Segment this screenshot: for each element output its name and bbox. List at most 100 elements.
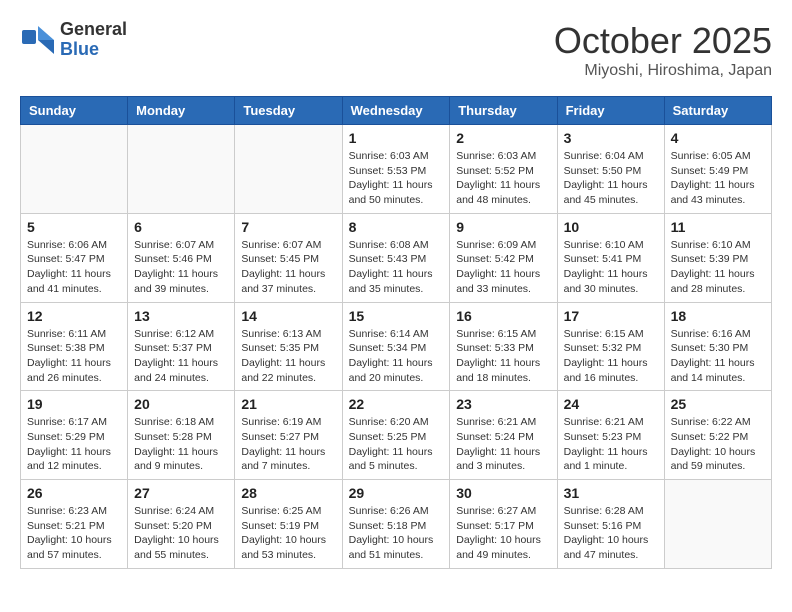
day-cell: 21 Sunrise: 6:19 AM Sunset: 5:27 PM Dayli… bbox=[235, 391, 342, 480]
week-row-1: 1Sunrise: 6:03 AM Sunset: 5:53 PM Daylig… bbox=[21, 125, 772, 214]
day-number: 9 bbox=[456, 219, 550, 235]
day-info: Sunrise: 6:10 AM Sunset: 5:39 PM Dayligh… bbox=[671, 238, 765, 297]
day-number: 11 bbox=[671, 219, 765, 235]
logo: General Blue bbox=[20, 20, 127, 60]
day-number: 13 bbox=[134, 308, 228, 324]
day-number: 14 bbox=[241, 308, 335, 324]
day-cell: 20 Sunrise: 6:18 AM Sunset: 5:28 PM Dayli… bbox=[128, 391, 235, 480]
day-info: Sunrise: 6:05 AM Sunset: 5:49 PM Dayligh… bbox=[671, 149, 765, 208]
day-info: Sunrise: 6:11 AM Sunset: 5:38 PM Dayligh… bbox=[27, 327, 121, 386]
day-number: 3 bbox=[564, 130, 658, 146]
day-info: Sunrise: 6:25 AM Sunset: 5:19 PM Dayligh… bbox=[241, 504, 335, 563]
day-cell bbox=[664, 480, 771, 569]
day-cell: 25 Sunrise: 6:22 AM Sunset: 5:22 PM Dayli… bbox=[664, 391, 771, 480]
logo-text-line1: General bbox=[60, 20, 127, 40]
day-cell: 12 Sunrise: 6:11 AM Sunset: 5:38 PM Dayli… bbox=[21, 302, 128, 391]
day-cell: 26 Sunrise: 6:23 AM Sunset: 5:21 PM Dayli… bbox=[21, 480, 128, 569]
day-info: Sunrise: 6:18 AM Sunset: 5:28 PM Dayligh… bbox=[134, 415, 228, 474]
day-info: Sunrise: 6:07 AM Sunset: 5:46 PM Dayligh… bbox=[134, 238, 228, 297]
day-number: 31 bbox=[564, 485, 658, 501]
day-number: 15 bbox=[349, 308, 444, 324]
day-cell: 3 Sunrise: 6:04 AM Sunset: 5:50 PM Daylig… bbox=[557, 125, 664, 214]
day-cell: 15 Sunrise: 6:14 AM Sunset: 5:34 PM Dayli… bbox=[342, 302, 450, 391]
weekday-header-sunday: Sunday bbox=[21, 97, 128, 125]
day-number: 7 bbox=[241, 219, 335, 235]
day-number: 29 bbox=[349, 485, 444, 501]
day-cell: 10 Sunrise: 6:10 AM Sunset: 5:41 PM Dayli… bbox=[557, 213, 664, 302]
day-number: 2 bbox=[456, 130, 550, 146]
day-cell bbox=[235, 125, 342, 214]
day-info: Sunrise: 6:15 AM Sunset: 5:33 PM Dayligh… bbox=[456, 327, 550, 386]
day-number: 22 bbox=[349, 396, 444, 412]
day-number: 26 bbox=[27, 485, 121, 501]
day-cell: 31Sunrise: 6:28 AM Sunset: 5:16 PM Dayli… bbox=[557, 480, 664, 569]
day-cell: 9Sunrise: 6:09 AM Sunset: 5:42 PM Daylig… bbox=[450, 213, 557, 302]
day-cell: 13 Sunrise: 6:12 AM Sunset: 5:37 PM Dayli… bbox=[128, 302, 235, 391]
day-cell: 29 Sunrise: 6:26 AM Sunset: 5:18 PM Dayli… bbox=[342, 480, 450, 569]
day-cell: 14 Sunrise: 6:13 AM Sunset: 5:35 PM Dayli… bbox=[235, 302, 342, 391]
day-cell bbox=[21, 125, 128, 214]
day-number: 18 bbox=[671, 308, 765, 324]
day-cell: 2 Sunrise: 6:03 AM Sunset: 5:52 PM Daylig… bbox=[450, 125, 557, 214]
day-info: Sunrise: 6:20 AM Sunset: 5:25 PM Dayligh… bbox=[349, 415, 444, 474]
day-cell: 24 Sunrise: 6:21 AM Sunset: 5:23 PM Dayli… bbox=[557, 391, 664, 480]
day-cell: 4 Sunrise: 6:05 AM Sunset: 5:49 PM Daylig… bbox=[664, 125, 771, 214]
weekday-header-monday: Monday bbox=[128, 97, 235, 125]
day-cell: 5 Sunrise: 6:06 AM Sunset: 5:47 PM Daylig… bbox=[21, 213, 128, 302]
day-cell: 18Sunrise: 6:16 AM Sunset: 5:30 PM Dayli… bbox=[664, 302, 771, 391]
logo-text-line2: Blue bbox=[60, 40, 127, 60]
day-number: 30 bbox=[456, 485, 550, 501]
weekday-header-tuesday: Tuesday bbox=[235, 97, 342, 125]
day-cell: 1Sunrise: 6:03 AM Sunset: 5:53 PM Daylig… bbox=[342, 125, 450, 214]
day-number: 10 bbox=[564, 219, 658, 235]
day-number: 5 bbox=[27, 219, 121, 235]
day-cell: 17Sunrise: 6:15 AM Sunset: 5:32 PM Dayli… bbox=[557, 302, 664, 391]
day-number: 20 bbox=[134, 396, 228, 412]
day-cell: 11 Sunrise: 6:10 AM Sunset: 5:39 PM Dayli… bbox=[664, 213, 771, 302]
day-number: 25 bbox=[671, 396, 765, 412]
day-info: Sunrise: 6:17 AM Sunset: 5:29 PM Dayligh… bbox=[27, 415, 121, 474]
week-row-4: 19Sunrise: 6:17 AM Sunset: 5:29 PM Dayli… bbox=[21, 391, 772, 480]
weekday-header-friday: Friday bbox=[557, 97, 664, 125]
day-cell: 16 Sunrise: 6:15 AM Sunset: 5:33 PM Dayli… bbox=[450, 302, 557, 391]
weekday-header-saturday: Saturday bbox=[664, 97, 771, 125]
day-info: Sunrise: 6:21 AM Sunset: 5:23 PM Dayligh… bbox=[564, 415, 658, 474]
day-info: Sunrise: 6:03 AM Sunset: 5:52 PM Dayligh… bbox=[456, 149, 550, 208]
day-info: Sunrise: 6:23 AM Sunset: 5:21 PM Dayligh… bbox=[27, 504, 121, 563]
day-cell: 22 Sunrise: 6:20 AM Sunset: 5:25 PM Dayli… bbox=[342, 391, 450, 480]
day-info: Sunrise: 6:10 AM Sunset: 5:41 PM Dayligh… bbox=[564, 238, 658, 297]
day-info: Sunrise: 6:19 AM Sunset: 5:27 PM Dayligh… bbox=[241, 415, 335, 474]
day-cell: 23Sunrise: 6:21 AM Sunset: 5:24 PM Dayli… bbox=[450, 391, 557, 480]
day-cell bbox=[128, 125, 235, 214]
day-info: Sunrise: 6:07 AM Sunset: 5:45 PM Dayligh… bbox=[241, 238, 335, 297]
day-cell: 7 Sunrise: 6:07 AM Sunset: 5:45 PM Daylig… bbox=[235, 213, 342, 302]
day-number: 12 bbox=[27, 308, 121, 324]
day-info: Sunrise: 6:03 AM Sunset: 5:53 PM Dayligh… bbox=[349, 149, 444, 208]
day-number: 23 bbox=[456, 396, 550, 412]
day-number: 6 bbox=[134, 219, 228, 235]
day-info: Sunrise: 6:14 AM Sunset: 5:34 PM Dayligh… bbox=[349, 327, 444, 386]
day-info: Sunrise: 6:22 AM Sunset: 5:22 PM Dayligh… bbox=[671, 415, 765, 474]
day-cell: 30Sunrise: 6:27 AM Sunset: 5:17 PM Dayli… bbox=[450, 480, 557, 569]
day-number: 16 bbox=[456, 308, 550, 324]
weekday-header-wednesday: Wednesday bbox=[342, 97, 450, 125]
day-number: 24 bbox=[564, 396, 658, 412]
month-title: October 2025 bbox=[554, 20, 772, 62]
calendar: SundayMondayTuesdayWednesdayThursdayFrid… bbox=[20, 96, 772, 569]
day-info: Sunrise: 6:13 AM Sunset: 5:35 PM Dayligh… bbox=[241, 327, 335, 386]
day-info: Sunrise: 6:04 AM Sunset: 5:50 PM Dayligh… bbox=[564, 149, 658, 208]
week-row-5: 26 Sunrise: 6:23 AM Sunset: 5:21 PM Dayli… bbox=[21, 480, 772, 569]
day-info: Sunrise: 6:26 AM Sunset: 5:18 PM Dayligh… bbox=[349, 504, 444, 563]
day-info: Sunrise: 6:12 AM Sunset: 5:37 PM Dayligh… bbox=[134, 327, 228, 386]
title-section: October 2025 Miyoshi, Hiroshima, Japan bbox=[554, 20, 772, 80]
day-cell: 8Sunrise: 6:08 AM Sunset: 5:43 PM Daylig… bbox=[342, 213, 450, 302]
day-number: 8 bbox=[349, 219, 444, 235]
week-row-2: 5 Sunrise: 6:06 AM Sunset: 5:47 PM Daylig… bbox=[21, 213, 772, 302]
day-cell: 27Sunrise: 6:24 AM Sunset: 5:20 PM Dayli… bbox=[128, 480, 235, 569]
day-info: Sunrise: 6:06 AM Sunset: 5:47 PM Dayligh… bbox=[27, 238, 121, 297]
day-info: Sunrise: 6:15 AM Sunset: 5:32 PM Dayligh… bbox=[564, 327, 658, 386]
day-number: 27 bbox=[134, 485, 228, 501]
day-number: 21 bbox=[241, 396, 335, 412]
day-cell: 28Sunrise: 6:25 AM Sunset: 5:19 PM Dayli… bbox=[235, 480, 342, 569]
day-number: 4 bbox=[671, 130, 765, 146]
